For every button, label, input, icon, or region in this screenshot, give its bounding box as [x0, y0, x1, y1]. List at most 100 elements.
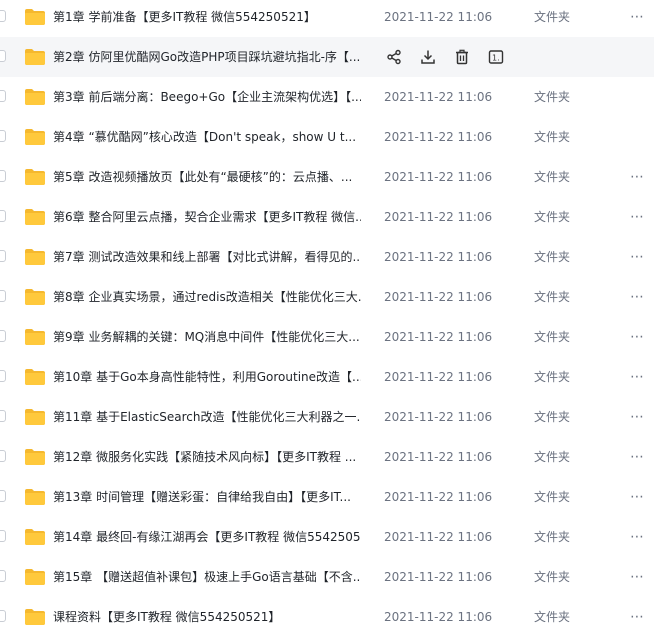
folder-icon — [25, 209, 45, 225]
modified-date: 2021-11-22 11:06 — [384, 490, 493, 504]
file-row[interactable]: 第13章 时间管理【赠送彩蛋：自律给我自由】【更多IT... 2021-11-22… — [0, 477, 654, 517]
file-row[interactable]: 第4章 “慕优酷网”核心改造【Don't speak，show U t... 20… — [0, 117, 654, 157]
modified-date: 2021-11-22 11:06 — [384, 90, 493, 104]
file-type: 文件夹 — [534, 170, 571, 184]
more-options-icon[interactable]: ⋯ — [630, 197, 645, 237]
file-row[interactable]: 第3章 前后端分离：Beego+Go【企业主流架构优选】【... 2021-11-… — [0, 77, 654, 117]
modified-date: 2021-11-22 11:06 — [384, 370, 493, 384]
more-options-icon[interactable]: ⋯ — [630, 0, 645, 37]
file-type: 文件夹 — [534, 410, 571, 424]
folder-icon — [25, 129, 45, 145]
more-options-icon[interactable]: ⋯ — [630, 397, 645, 437]
file-row[interactable]: 第12章 微服务化实践【紧随技术风向标】【更多IT教程 ... 2021-11-2… — [0, 437, 654, 477]
more-options-icon[interactable]: ⋯ — [630, 557, 645, 597]
modified-date: 2021-11-22 11:06 — [384, 210, 493, 224]
row-checkbox[interactable] — [0, 10, 6, 22]
folder-icon — [25, 449, 45, 465]
file-type: 文件夹 — [534, 10, 571, 24]
row-checkbox[interactable] — [0, 610, 6, 622]
file-type: 文件夹 — [534, 570, 571, 584]
folder-icon — [25, 169, 45, 185]
modified-date: 2021-11-22 11:06 — [384, 410, 493, 424]
file-name[interactable]: 第8章 企业真实场景，通过redis改造相关【性能优化三大... — [53, 277, 361, 317]
row-checkbox[interactable] — [0, 50, 6, 62]
file-type: 文件夹 — [534, 210, 571, 224]
file-row[interactable]: 第6章 整合阿里云点播，契合企业需求【更多IT教程 微信... 2021-11-2… — [0, 197, 654, 237]
file-row[interactable]: 课程资料【更多IT教程 微信554250521】 2021-11-22 11:06… — [0, 597, 654, 637]
row-checkbox[interactable] — [0, 170, 6, 182]
details-icon[interactable]: 1. — [486, 47, 506, 67]
folder-icon — [25, 609, 45, 625]
file-type: 文件夹 — [534, 490, 571, 504]
file-name[interactable]: 第12章 微服务化实践【紧随技术风向标】【更多IT教程 ... — [53, 437, 361, 477]
folder-icon — [25, 289, 45, 305]
row-actions: 1. — [384, 47, 506, 67]
modified-date: 2021-11-22 11:06 — [384, 130, 493, 144]
file-name[interactable]: 第13章 时间管理【赠送彩蛋：自律给我自由】【更多IT... — [53, 477, 361, 517]
modified-date: 2021-11-22 11:06 — [384, 170, 493, 184]
file-name[interactable]: 第10章 基于Go本身高性能特性，利用Goroutine改造【... — [53, 357, 361, 397]
row-checkbox[interactable] — [0, 570, 6, 582]
more-options-icon[interactable]: ⋯ — [630, 317, 645, 357]
share-icon[interactable] — [384, 47, 404, 67]
file-row[interactable]: 第15章 【赠送超值补课包】极速上手Go语言基础【不含... 2021-11-22… — [0, 557, 654, 597]
file-name[interactable]: 第2章 仿阿里优酷网Go改造PHP项目踩坑避坑指北-序【... — [53, 37, 361, 77]
file-list: 第1章 学前准备【更多IT教程 微信554250521】 2021-11-22 1… — [0, 0, 654, 644]
modified-date: 2021-11-22 11:06 — [384, 610, 493, 624]
file-name[interactable]: 第11章 基于ElasticSearch改造【性能优化三大利器之一... — [53, 397, 361, 437]
file-row[interactable]: 第9章 业务解耦的关键：MQ消息中间件【性能优化三大... 2021-11-22 … — [0, 317, 654, 357]
file-name[interactable]: 第6章 整合阿里云点播，契合企业需求【更多IT教程 微信... — [53, 197, 361, 237]
folder-icon — [25, 89, 45, 105]
file-name[interactable]: 第14章 最终回-有缘江湖再会【更多IT教程 微信5542505... — [53, 517, 361, 557]
file-name[interactable]: 第15章 【赠送超值补课包】极速上手Go语言基础【不含... — [53, 557, 361, 597]
more-options-icon[interactable]: ⋯ — [630, 437, 645, 477]
modified-date: 2021-11-22 11:06 — [384, 530, 493, 544]
row-checkbox[interactable] — [0, 210, 6, 222]
row-checkbox[interactable] — [0, 330, 6, 342]
file-name[interactable]: 第9章 业务解耦的关键：MQ消息中间件【性能优化三大... — [53, 317, 361, 357]
folder-icon — [25, 49, 45, 65]
row-checkbox[interactable] — [0, 490, 6, 502]
more-options-icon[interactable]: ⋯ — [630, 477, 645, 517]
folder-icon — [25, 529, 45, 545]
modified-date: 2021-11-22 11:06 — [384, 290, 493, 304]
row-checkbox[interactable] — [0, 370, 6, 382]
row-checkbox[interactable] — [0, 290, 6, 302]
row-checkbox[interactable] — [0, 250, 6, 262]
row-checkbox[interactable] — [0, 410, 6, 422]
file-name[interactable]: 第5章 改造视频播放页【此处有“最硬核”的：云点播、... — [53, 157, 361, 197]
folder-icon — [25, 409, 45, 425]
file-type: 文件夹 — [534, 610, 571, 624]
folder-icon — [25, 489, 45, 505]
row-checkbox[interactable] — [0, 530, 6, 542]
file-row[interactable]: 第11章 基于ElasticSearch改造【性能优化三大利器之一... 2021… — [0, 397, 654, 437]
download-icon[interactable] — [418, 47, 438, 67]
file-row[interactable]: 第10章 基于Go本身高性能特性，利用Goroutine改造【... 2021-1… — [0, 357, 654, 397]
row-checkbox[interactable] — [0, 130, 6, 142]
file-row[interactable]: 第8章 企业真实场景，通过redis改造相关【性能优化三大... 2021-11-… — [0, 277, 654, 317]
file-type: 文件夹 — [534, 90, 571, 104]
modified-date: 2021-11-22 11:06 — [384, 10, 493, 24]
row-checkbox[interactable] — [0, 450, 6, 462]
file-row[interactable]: 第2章 仿阿里优酷网Go改造PHP项目踩坑避坑指北-序【... 1. — [0, 37, 654, 77]
row-checkbox[interactable] — [0, 90, 6, 102]
file-name[interactable]: 课程资料【更多IT教程 微信554250521】 — [53, 597, 361, 637]
file-row[interactable]: 第14章 最终回-有缘江湖再会【更多IT教程 微信5542505... 2021-… — [0, 517, 654, 557]
file-row[interactable]: 第5章 改造视频播放页【此处有“最硬核”的：云点播、... 2021-11-22 … — [0, 157, 654, 197]
file-name[interactable]: 第7章 测试改造效果和线上部署【对比式讲解，看得见的... — [53, 237, 361, 277]
file-name[interactable]: 第3章 前后端分离：Beego+Go【企业主流架构优选】【... — [53, 77, 361, 117]
file-row[interactable]: 第7章 测试改造效果和线上部署【对比式讲解，看得见的... 2021-11-22 … — [0, 237, 654, 277]
more-options-icon[interactable]: ⋯ — [630, 357, 645, 397]
file-type: 文件夹 — [534, 450, 571, 464]
more-options-icon[interactable]: ⋯ — [630, 157, 645, 197]
delete-icon[interactable] — [452, 47, 472, 67]
file-name[interactable]: 第4章 “慕优酷网”核心改造【Don't speak，show U t... — [53, 117, 361, 157]
more-options-icon[interactable]: ⋯ — [630, 517, 645, 557]
more-options-icon[interactable]: ⋯ — [630, 597, 645, 637]
file-name[interactable]: 第1章 学前准备【更多IT教程 微信554250521】 — [53, 0, 361, 37]
more-options-icon[interactable]: ⋯ — [630, 277, 645, 317]
more-options-icon[interactable]: ⋯ — [630, 237, 645, 277]
folder-icon — [25, 569, 45, 585]
file-type: 文件夹 — [534, 130, 571, 144]
file-row[interactable]: 第1章 学前准备【更多IT教程 微信554250521】 2021-11-22 1… — [0, 0, 654, 37]
